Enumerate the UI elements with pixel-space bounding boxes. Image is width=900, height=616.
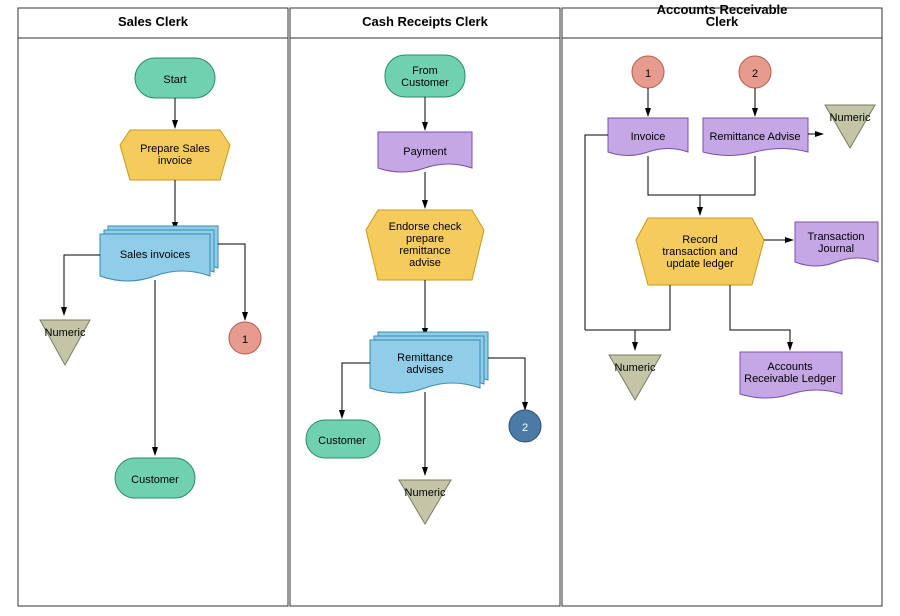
numeric-3-label: Numeric [830, 112, 871, 124]
numeric-4-label: Numeric [615, 362, 656, 374]
edge [488, 358, 525, 410]
invoice-label: Invoice [631, 131, 666, 143]
connector-2b-label: 2 [752, 68, 758, 80]
customer-1-label: Customer [131, 474, 179, 486]
lane-3 [562, 8, 882, 606]
edge [64, 255, 100, 315]
numeric-2-label: Numeric [405, 487, 446, 499]
lane-3-title-line1: Accounts ReceivableClerk [657, 2, 788, 29]
start-label: Start [163, 74, 186, 86]
connector-1-label: 1 [242, 334, 248, 346]
lane-1-title: Sales Clerk [118, 14, 189, 29]
edge [342, 363, 370, 418]
connector-1b-label: 1 [645, 68, 651, 80]
edge [635, 285, 670, 350]
edge [730, 285, 790, 350]
edge [700, 156, 755, 195]
payment-label: Payment [403, 146, 446, 158]
remittance-advise-label: Remittance Advise [709, 131, 800, 143]
sales-invoices-label: Sales invoices [120, 249, 191, 261]
flowchart-diagram: Sales Clerk Cash Receipts Clerk Accounts… [0, 0, 900, 616]
edge [218, 244, 245, 320]
numeric-1-label: Numeric [45, 327, 86, 339]
connector-2-label: 2 [522, 422, 528, 434]
lane-2-title: Cash Receipts Clerk [362, 14, 488, 29]
edge [648, 156, 700, 215]
customer-2-label: Customer [318, 435, 366, 447]
edge [585, 135, 608, 330]
